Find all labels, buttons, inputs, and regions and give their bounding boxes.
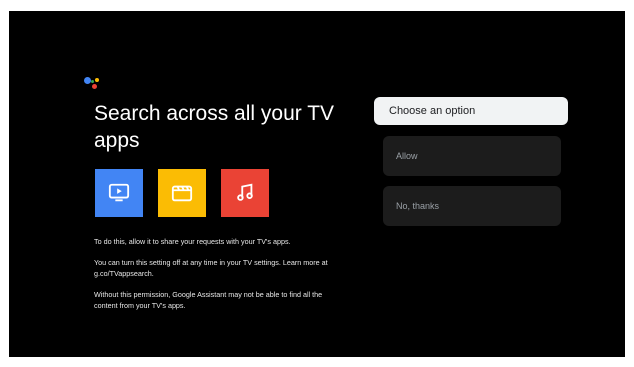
allow-button[interactable]: Allow xyxy=(383,136,561,176)
movies-app-tile xyxy=(158,169,206,217)
music-app-tile xyxy=(221,169,269,217)
info-text-2: You can turn this setting off at any tim… xyxy=(94,258,328,278)
app-icons-row xyxy=(95,169,269,217)
tv-app-tile xyxy=(95,169,143,217)
tv-play-icon xyxy=(108,183,130,202)
google-assistant-icon xyxy=(84,77,100,91)
page-title: Search across all your TV apps xyxy=(94,102,335,152)
info-text-1: To do this, allow it to share your reque… xyxy=(94,237,291,246)
no-thanks-button[interactable]: No, thanks xyxy=(383,186,561,226)
clapperboard-icon xyxy=(171,185,193,202)
choose-option-header[interactable]: Choose an option xyxy=(374,97,568,125)
music-note-icon xyxy=(237,183,253,201)
info-text-3: Without this permission, Google Assistan… xyxy=(94,290,323,310)
